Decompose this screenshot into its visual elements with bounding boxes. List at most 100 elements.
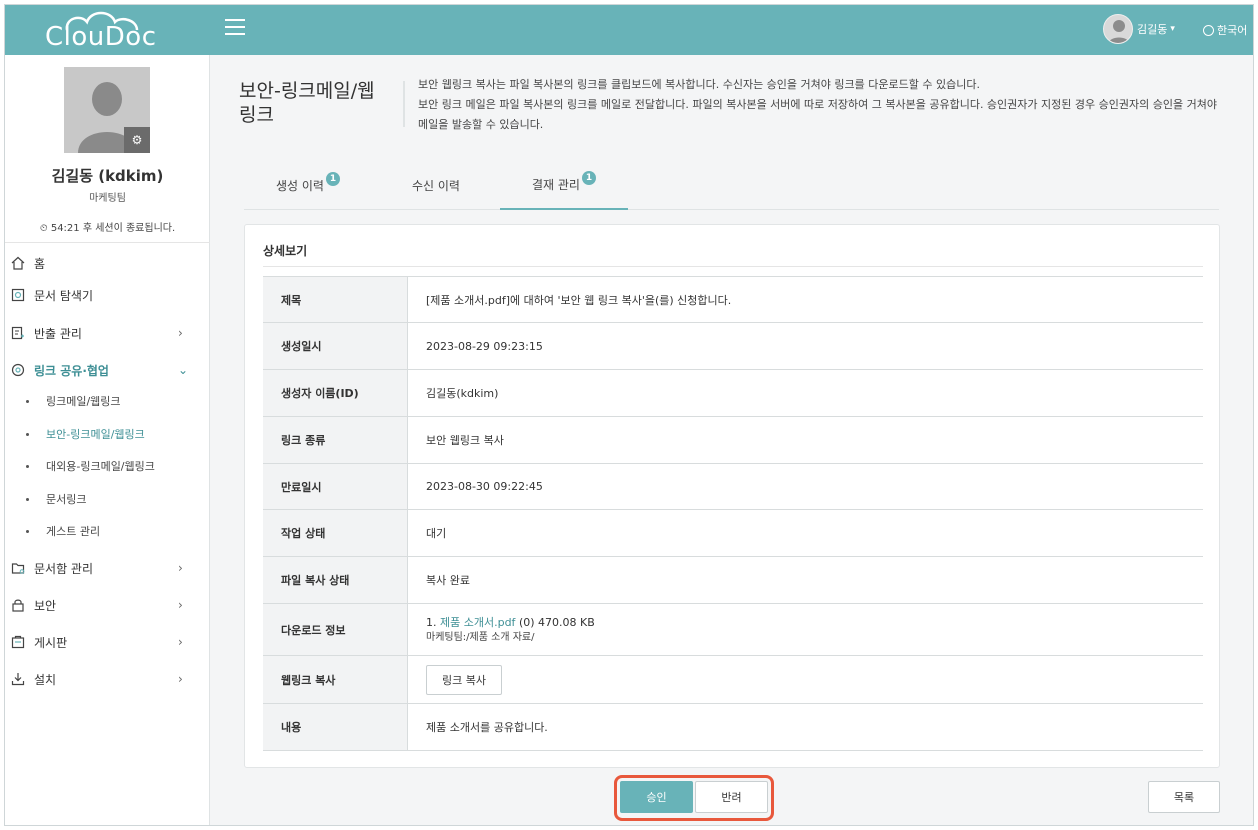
sidebar-subitem-linkmail[interactable]: 링크메일/웹링크	[5, 390, 210, 412]
list-button[interactable]: 목록	[1148, 781, 1220, 813]
sidebar-item-label: 반출 관리	[34, 326, 82, 341]
top-bar: ClouDoc 김길동 ▾ 한국어	[5, 5, 1253, 55]
table-row: 파일 복사 상태 복사 완료	[263, 557, 1203, 604]
user-menu[interactable]: 김길동 ▾	[1103, 14, 1175, 44]
table-row: 내용 제품 소개서를 공유합니다.	[263, 704, 1203, 751]
table-row: 다운로드 정보 1. 제품 소개서.pdf (0) 470.08 KB 마케팅팀…	[263, 604, 1203, 656]
row-label: 내용	[263, 704, 408, 750]
row-value: 2023-08-30 09:22:45	[426, 480, 543, 493]
row-label: 제목	[263, 277, 408, 322]
divider	[263, 266, 1203, 267]
bullet-icon	[26, 529, 29, 533]
bullet-icon	[26, 399, 29, 403]
row-value: 2023-08-29 09:23:15	[426, 339, 543, 353]
chevron-right-icon: ›	[178, 326, 183, 340]
tab-creation-history[interactable]: 생성 이력 1	[244, 160, 372, 210]
sidebar-item-label: 설치	[34, 672, 57, 687]
sidebar-item-link-share[interactable]: 링크 공유·협업 ⌄	[5, 358, 210, 382]
detail-table: 제목 [제품 소개서.pdf]에 대하여 '보안 웹 링크 복사'을(를) 신청…	[263, 276, 1203, 751]
row-value: 보안 웹링크 복사	[426, 434, 504, 447]
board-icon	[11, 635, 25, 649]
sidebar-subitem-label: 대외용-링크메일/웹링크	[46, 460, 155, 473]
download-info: 1. 제품 소개서.pdf (0) 470.08 KB 마케팅팀:/제품 소개 …	[408, 604, 1203, 655]
clock-icon: ⏲	[39, 223, 48, 234]
count-badge: 1	[581, 171, 596, 185]
table-row: 링크 종류 보안 웹링크 복사	[263, 417, 1203, 464]
row-value: 링크 복사	[408, 656, 1203, 703]
table-row: 제목 [제품 소개서.pdf]에 대하여 '보안 웹 링크 복사'을(를) 신청…	[263, 277, 1203, 323]
row-label: 웹링크 복사	[263, 656, 408, 703]
sidebar-item-security[interactable]: 보안 ›	[5, 593, 210, 617]
sidebar-item-install[interactable]: 설치 ›	[5, 667, 210, 691]
sidebar-subitem-label: 문서링크	[46, 493, 87, 506]
description-line: 보안 웹링크 복사는 파일 복사본의 링크를 클립보드에 복사합니다. 수신자는…	[418, 78, 980, 91]
page-description: 보안 웹링크 복사는 파일 복사본의 링크를 클립보드에 복사합니다. 수신자는…	[418, 75, 1228, 135]
sidebar-subitem-label: 보안-링크메일/웹링크	[46, 428, 145, 441]
description-line: 보안 링크 메일은 파일 복사본의 링크를 메일로 전달합니다. 파일의 복사본…	[418, 98, 1217, 131]
sidebar-subitem-label: 게스트 관리	[46, 525, 101, 538]
sidebar-item-document-explorer[interactable]: 문서 탐색기	[5, 283, 210, 307]
sidebar-subitem-guest-management[interactable]: 게스트 관리	[5, 520, 210, 542]
download-path: 마케팅팀:/제품 소개 자료/	[426, 631, 535, 643]
sidebar-item-home[interactable]: 홈	[5, 251, 210, 275]
bullet-icon	[26, 464, 29, 468]
download-index: 1.	[426, 615, 437, 629]
bullet-icon	[26, 432, 29, 436]
download-entry: 1. 제품 소개서.pdf (0) 470.08 KB 마케팅팀:/제품 소개 …	[426, 615, 595, 645]
table-row: 생성일시 2023-08-29 09:23:15	[263, 323, 1203, 370]
sidebar-subitem-document-link[interactable]: 문서링크	[5, 488, 210, 510]
copy-link-button[interactable]: 링크 복사	[426, 664, 502, 695]
download-file-link[interactable]: 제품 소개서.pdf	[440, 616, 515, 629]
folder-icon	[11, 563, 25, 574]
row-label: 링크 종류	[263, 417, 408, 463]
bullet-icon	[26, 497, 29, 501]
reject-button[interactable]: 반려	[695, 781, 768, 813]
row-value: 김길동(kdkim)	[426, 387, 499, 400]
chevron-right-icon: ›	[178, 672, 183, 686]
language-selector[interactable]: 한국어	[1203, 22, 1247, 38]
table-row: 생성자 이름(ID) 김길동(kdkim)	[263, 370, 1203, 417]
user-avatar	[1103, 14, 1133, 44]
row-label: 생성일시	[263, 323, 408, 369]
download-count: (0)	[518, 615, 535, 629]
export-icon	[11, 326, 24, 340]
session-timer: ⏲ 54:21 후 세션이 종료됩니다.	[5, 219, 210, 234]
sidebar-item-export-management[interactable]: 반출 관리 ›	[5, 321, 210, 345]
detail-panel: 상세보기 제목 [제품 소개서.pdf]에 대하여 '보안 웹 링크 복사'을(…	[244, 224, 1220, 768]
tab-bar: 생성 이력 1 수신 이력 결재 관리 1	[244, 160, 1219, 210]
section-title: 상세보기	[263, 244, 308, 258]
language-label: 한국어	[1217, 24, 1248, 37]
sidebar-item-label: 홈	[34, 256, 46, 271]
download-file-line: 1. 제품 소개서.pdf (0) 470.08 KB	[426, 615, 595, 630]
logo-text[interactable]: ClouDoc	[45, 22, 157, 52]
link-share-icon	[11, 363, 25, 377]
divider	[403, 81, 405, 127]
sidebar-subitem-secure-linkmail[interactable]: 보안-링크메일/웹링크	[5, 423, 210, 445]
row-label: 파일 복사 상태	[263, 557, 408, 603]
row-label: 작업 상태	[263, 510, 408, 556]
row-value: [제품 소개서.pdf]에 대하여 '보안 웹 링크 복사'을(를) 신청합니다…	[426, 293, 732, 307]
approve-button[interactable]: 승인	[620, 781, 693, 813]
sidebar-item-label: 문서 탐색기	[34, 288, 94, 303]
sidebar-subitem-label: 링크메일/웹링크	[46, 395, 121, 408]
hamburger-menu-icon[interactable]	[225, 19, 245, 35]
caret-down-icon: ▾	[1170, 24, 1175, 34]
chevron-right-icon: ›	[178, 561, 183, 575]
sidebar-item-label: 링크 공유·협업	[34, 363, 109, 378]
download-size: 470.08 KB	[538, 615, 595, 629]
page-title: 보안-링크메일/웹링크	[239, 80, 375, 126]
row-value: 복사 완료	[426, 574, 470, 587]
tab-label: 수신 이력	[412, 178, 460, 193]
sidebar-item-board[interactable]: 게시판 ›	[5, 630, 210, 654]
chevron-down-icon: ⌄	[178, 363, 189, 377]
install-icon	[11, 673, 25, 686]
divider	[5, 242, 210, 243]
tab-received-history[interactable]: 수신 이력	[372, 160, 500, 210]
profile-name: 김길동 (kdkim)	[51, 167, 164, 185]
tab-approval-management[interactable]: 결재 관리 1	[500, 160, 628, 210]
sidebar-subitem-external-linkmail[interactable]: 대외용-링크메일/웹링크	[5, 455, 210, 477]
profile-settings-gear-icon[interactable]: ⚙	[124, 127, 150, 153]
row-value: 제품 소개서를 공유합니다.	[426, 721, 548, 734]
tab-label: 생성 이력	[276, 178, 324, 193]
sidebar-item-folder-management[interactable]: 문서함 관리 ›	[5, 556, 210, 580]
